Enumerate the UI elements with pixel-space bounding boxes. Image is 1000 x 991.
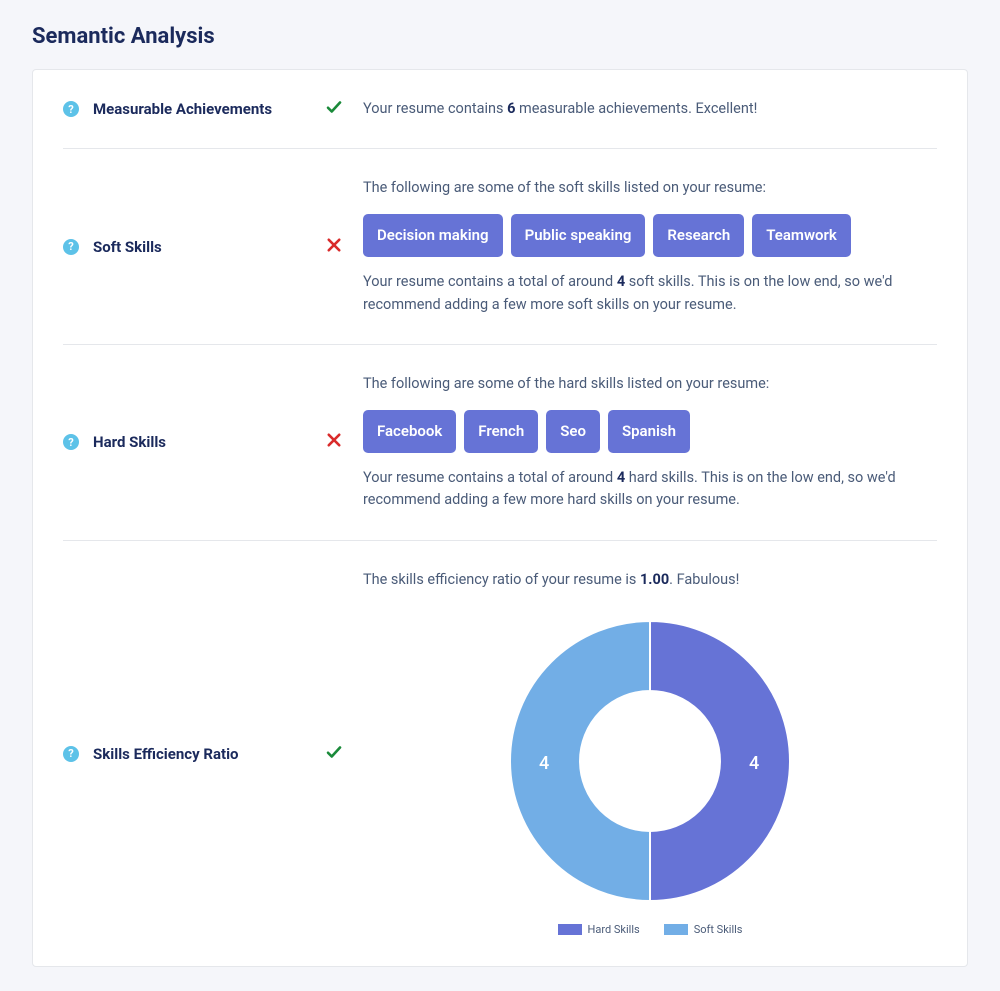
skill-tag: Teamwork bbox=[752, 214, 851, 257]
info-icon[interactable]: ? bbox=[63, 746, 79, 762]
soft-tags: Decision makingPublic speakingResearchTe… bbox=[363, 214, 937, 257]
info-icon[interactable]: ? bbox=[63, 101, 79, 117]
row-label-hard: Hard Skills bbox=[93, 433, 325, 451]
legend-item: Hard Skills bbox=[558, 921, 640, 938]
cross-icon bbox=[325, 431, 343, 453]
row-soft-skills: ? Soft Skills The following are some of … bbox=[63, 149, 937, 345]
check-icon bbox=[325, 98, 343, 120]
achievements-text: Your resume contains 6 measurable achiev… bbox=[363, 98, 937, 120]
row-label-ratio: Skills Efficiency Ratio bbox=[93, 745, 325, 763]
cross-icon bbox=[325, 236, 343, 258]
skill-tag: Public speaking bbox=[511, 214, 646, 257]
row-label-achievements: Measurable Achievements bbox=[93, 100, 325, 118]
soft-intro: The following are some of the soft skill… bbox=[363, 177, 937, 199]
skills-donut-chart: 44 bbox=[500, 611, 800, 911]
soft-desc: Your resume contains a total of around 4… bbox=[363, 271, 937, 316]
row-achievements: ? Measurable Achievements Your resume co… bbox=[63, 70, 937, 149]
info-icon[interactable]: ? bbox=[63, 434, 79, 450]
check-icon bbox=[325, 743, 343, 765]
page-title: Semantic Analysis bbox=[32, 24, 968, 49]
skill-tag: Facebook bbox=[363, 410, 456, 453]
skill-tag: Seo bbox=[546, 410, 600, 453]
ratio-text: The skills efficiency ratio of your resu… bbox=[363, 569, 937, 591]
hard-tags: FacebookFrenchSeoSpanish bbox=[363, 410, 937, 453]
legend-item: Soft Skills bbox=[664, 921, 743, 938]
row-ratio: ? Skills Efficiency Ratio The skills eff… bbox=[63, 541, 937, 967]
skill-tag: French bbox=[464, 410, 538, 453]
skill-tag: Decision making bbox=[363, 214, 503, 257]
skill-tag: Spanish bbox=[608, 410, 690, 453]
donut-slice-label: 4 bbox=[749, 750, 759, 778]
hard-intro: The following are some of the hard skill… bbox=[363, 373, 937, 395]
row-hard-skills: ? Hard Skills The following are some of … bbox=[63, 345, 937, 541]
info-icon[interactable]: ? bbox=[63, 239, 79, 255]
skill-tag: Research bbox=[653, 214, 744, 257]
donut-slice-label: 4 bbox=[539, 750, 549, 778]
hard-desc: Your resume contains a total of around 4… bbox=[363, 467, 937, 512]
chart-legend: Hard Skills Soft Skills bbox=[558, 921, 743, 938]
row-label-soft: Soft Skills bbox=[93, 238, 325, 256]
